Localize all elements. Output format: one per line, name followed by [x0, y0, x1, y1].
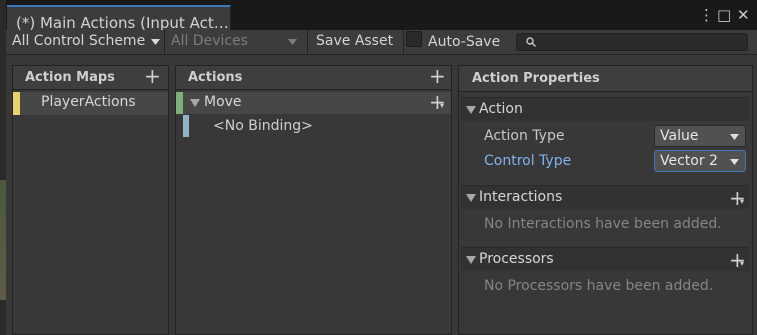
interactions-section-title: Interactions: [479, 189, 563, 205]
control-scheme-dropdown[interactable]: All Control Scheme: [6, 30, 165, 55]
action-type-value: Value: [660, 128, 699, 144]
processors-section-header[interactable]: Processors + ▾: [461, 247, 749, 271]
devices-value: All Devices: [171, 33, 248, 49]
tab-main-actions[interactable]: (*) Main Actions (Input Act…: [7, 5, 231, 32]
action-maps-header: Action Maps +: [13, 66, 168, 90]
action-map-color-marker: [13, 92, 20, 115]
action-section-title: Action: [479, 101, 523, 117]
action-type-dropdown[interactable]: Value: [654, 125, 746, 147]
action-map-label: PlayerActions: [41, 94, 136, 110]
collapse-triangle-icon: [466, 194, 476, 202]
add-binding-dropdown-icon[interactable]: ▾: [440, 101, 444, 110]
add-interaction-dropdown-icon[interactable]: ▾: [740, 197, 744, 206]
actions-header: Actions +: [176, 66, 451, 90]
action-properties-header: Action Properties: [459, 66, 752, 92]
add-action-map-icon[interactable]: +: [144, 66, 161, 86]
collapse-triangle-icon: [466, 106, 476, 114]
interactions-empty-message: No Interactions have been added.: [484, 216, 722, 232]
control-scheme-value: All Control Scheme: [12, 33, 146, 49]
control-type-value: Vector 2: [660, 153, 718, 169]
auto-save-checkbox[interactable]: [406, 31, 422, 47]
binding-label: <No Binding>: [213, 118, 313, 134]
interactions-section-header[interactable]: Interactions + ▾: [461, 185, 749, 209]
save-asset-button[interactable]: Save Asset: [310, 30, 404, 55]
add-processor-dropdown-icon[interactable]: ▾: [740, 259, 744, 268]
control-type-dropdown[interactable]: Vector 2: [654, 150, 746, 172]
kebab-menu-icon[interactable]: ⋮: [699, 6, 714, 24]
actions-title: Actions: [188, 70, 243, 85]
action-color-marker: [176, 92, 183, 114]
action-type-label: Action Type: [484, 128, 565, 144]
chevron-down-icon: [151, 39, 160, 45]
auto-save-label: Auto-Save: [428, 34, 501, 50]
action-map-item[interactable]: PlayerActions: [13, 92, 168, 115]
binding-color-marker: [183, 115, 189, 137]
processors-empty-message: No Processors have been added.: [484, 278, 714, 294]
maximize-icon[interactable]: □: [717, 6, 731, 24]
control-type-label: Control Type: [484, 153, 572, 169]
processors-section-title: Processors: [479, 251, 554, 267]
save-asset-label: Save Asset: [316, 33, 394, 49]
binding-item[interactable]: <No Binding>: [176, 115, 451, 137]
chevron-down-icon: [730, 134, 739, 140]
chevron-down-icon: [730, 159, 739, 165]
action-properties-title: Action Properties: [472, 71, 600, 86]
add-action-icon[interactable]: +: [429, 66, 446, 86]
action-section-header[interactable]: Action: [461, 97, 749, 121]
action-label: Move: [204, 94, 242, 110]
devices-dropdown[interactable]: All Devices: [165, 30, 308, 55]
search-icon: [526, 37, 536, 47]
action-maps-title: Action Maps: [25, 70, 115, 85]
close-icon[interactable]: ✕: [737, 6, 750, 24]
collapse-triangle-icon: [466, 256, 476, 264]
search-input[interactable]: [516, 33, 748, 51]
chevron-down-icon: [288, 39, 297, 45]
expand-triangle-icon[interactable]: [190, 99, 200, 107]
action-item[interactable]: Move + ▾: [176, 92, 451, 114]
